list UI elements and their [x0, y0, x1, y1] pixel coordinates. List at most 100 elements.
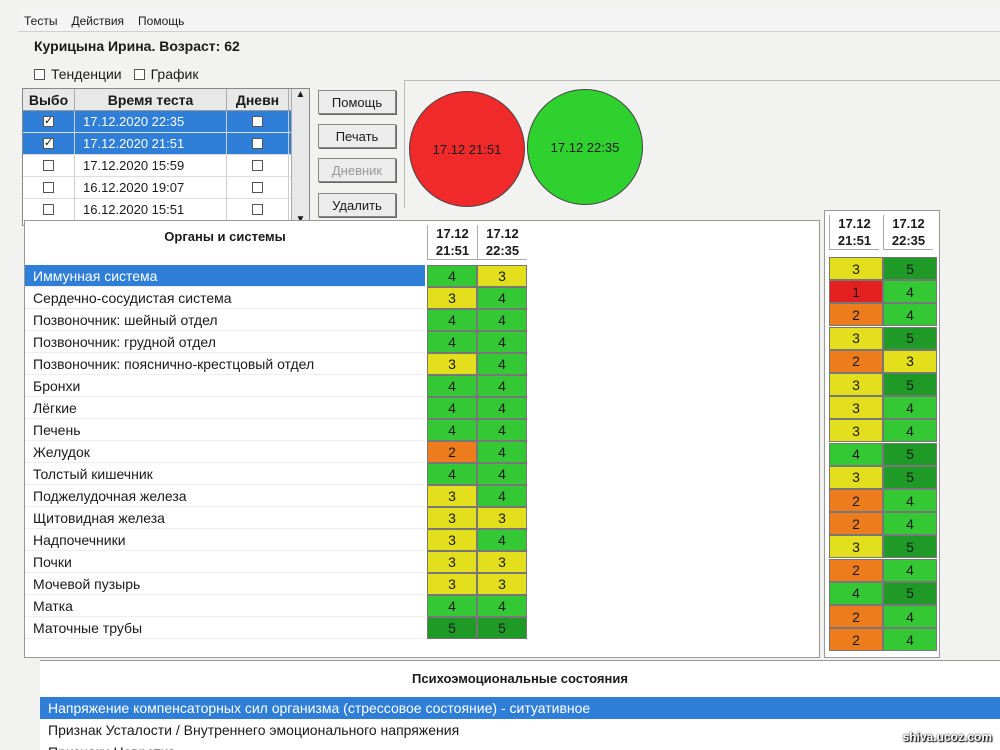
organ-score-cell: 3: [427, 551, 477, 573]
diary-button[interactable]: Дневник: [318, 158, 396, 182]
test-select-cell[interactable]: [23, 111, 75, 132]
delete-button[interactable]: Удалить: [318, 193, 396, 217]
menu-item-2[interactable]: Помощь: [138, 14, 184, 28]
test-select-checkbox[interactable]: [43, 182, 54, 193]
test-diary-checkbox[interactable]: [252, 116, 263, 127]
organ-row[interactable]: Щитовидная железа: [25, 507, 425, 529]
organ-score-cell: 4: [427, 309, 477, 331]
test-diary-checkbox[interactable]: [252, 138, 263, 149]
test-diary-cell[interactable]: [227, 111, 289, 132]
toggle-0[interactable]: Тенденции: [34, 66, 122, 82]
organ-score-cell: 4: [477, 595, 527, 617]
organ-row[interactable]: Поджелудочная железа: [25, 485, 425, 507]
test-select-checkbox[interactable]: [43, 136, 54, 149]
test-diary-cell[interactable]: [227, 133, 289, 154]
organ-score-cell: 3: [427, 573, 477, 595]
test-diary-checkbox[interactable]: [252, 160, 263, 171]
organ-score-cell: 4: [477, 463, 527, 485]
organ-row[interactable]: Надпочечники: [25, 529, 425, 551]
organ-row[interactable]: Мочевой пузырь: [25, 573, 425, 595]
test-row[interactable]: 16.12.2020 19:07: [23, 177, 309, 199]
test-select-checkbox[interactable]: [43, 160, 54, 171]
organ-row[interactable]: Толстый кишечник: [25, 463, 425, 485]
organ-score-cell: 3: [477, 551, 527, 573]
test-time: 16.12.2020 19:07: [75, 177, 227, 198]
tests-scrollbar[interactable]: ▲ ▼: [291, 89, 309, 225]
right-score-cell: 4: [883, 419, 937, 443]
toggle-label-0: Тенденции: [51, 66, 122, 82]
psycho-row[interactable]: Признаки Невротиз: [40, 741, 1000, 750]
organ-row[interactable]: Почки: [25, 551, 425, 573]
test-select-cell[interactable]: [23, 199, 75, 220]
right-score-cell: 5: [883, 535, 937, 559]
organ-row[interactable]: Бронхи: [25, 375, 425, 397]
right-score-cell: 4: [883, 605, 937, 628]
organ-row[interactable]: Маточные трубы: [25, 617, 425, 639]
right-score-cell: 3: [829, 396, 883, 420]
tests-table-header: Выбо Время теста Дневн: [23, 89, 309, 111]
right-score-cell: 3: [883, 349, 937, 373]
psycho-row[interactable]: Признак Усталости / Внутреннего эмоциона…: [40, 719, 1000, 741]
right-score-cell: 2: [829, 628, 883, 652]
right-score-cell: 4: [883, 512, 937, 536]
organ-score-cell: 3: [427, 485, 477, 507]
psycho-title: Психоэмоциональные состояния: [412, 671, 628, 686]
col-select-header[interactable]: Выбо: [23, 89, 75, 110]
toggle-checkbox-1[interactable]: [133, 68, 145, 80]
toggle-1[interactable]: График: [133, 66, 199, 82]
organ-row[interactable]: Иммунная система: [25, 265, 425, 287]
test-diary-checkbox[interactable]: [252, 182, 263, 193]
right-score-cell: 3: [829, 257, 883, 280]
organ-row[interactable]: Желудок: [25, 441, 425, 463]
organ-row[interactable]: Матка: [25, 595, 425, 617]
test-diary-checkbox[interactable]: [252, 204, 263, 215]
tests-table-body: 17.12.2020 22:3517.12.2020 21:5117.12.20…: [23, 111, 309, 221]
col-time-header[interactable]: Время теста: [75, 89, 227, 110]
test-row[interactable]: 17.12.2020 21:51: [23, 133, 309, 155]
organ-row[interactable]: Печень: [25, 419, 425, 441]
right-score-panel: 17.12 21:51 17.12 22:35 3 5 1 4 2 4 3 5 2 3 3 5 3 4 3 4 4 5…: [824, 210, 940, 658]
test-diary-cell[interactable]: [227, 177, 289, 198]
toggle-checkbox-0[interactable]: [34, 68, 45, 80]
organs-table: Органы и системы 17.12 21:51 17.12 22:35 И…: [24, 220, 820, 658]
menu-item-0[interactable]: Тесты: [24, 14, 57, 28]
test-row[interactable]: 16.12.2020 15:51: [23, 199, 309, 221]
test-select-cell[interactable]: [23, 155, 75, 176]
toggle-label-1: График: [150, 66, 199, 82]
organ-score-cell: 4: [477, 353, 527, 375]
right-score-cell: 2: [829, 605, 883, 628]
organ-row[interactable]: Позвоночник: шейный отдел: [25, 309, 425, 331]
test-row[interactable]: 17.12.2020 22:35: [23, 111, 309, 133]
menu-item-1[interactable]: Действия: [71, 14, 124, 28]
test-diary-cell[interactable]: [227, 155, 289, 176]
test-select-cell[interactable]: [23, 133, 75, 154]
result-circle-green[interactable]: 17.12 22:35: [527, 89, 643, 205]
organ-score-cell: 4: [477, 419, 527, 441]
help-button[interactable]: Помощь: [318, 90, 396, 114]
result-circle-red[interactable]: 17.12 21:51: [409, 91, 525, 207]
organ-row[interactable]: Лёгкие: [25, 397, 425, 419]
right-score-cell: 2: [829, 349, 883, 373]
test-row[interactable]: 17.12.2020 15:59: [23, 155, 309, 177]
right-score-cell: 5: [883, 581, 937, 605]
test-diary-cell[interactable]: [227, 199, 289, 220]
right-score-cell: 2: [829, 558, 883, 582]
right-score-cell: 5: [883, 257, 937, 280]
col-diary-header[interactable]: Дневн: [227, 89, 289, 110]
right-score-cell: 3: [829, 419, 883, 443]
organ-row[interactable]: Позвоночник: пояснично-крестцовый отдел: [25, 353, 425, 375]
psycho-row[interactable]: Напряжение компенсаторных сил организма …: [40, 697, 1000, 719]
organ-row[interactable]: Позвоночник: грудной отдел: [25, 331, 425, 353]
organ-score-cell: 5: [477, 617, 527, 639]
scroll-up-icon[interactable]: ▲: [296, 89, 306, 100]
test-select-cell[interactable]: [23, 177, 75, 198]
organ-score-cell: 4: [477, 309, 527, 331]
test-select-checkbox[interactable]: [43, 114, 54, 127]
organ-row[interactable]: Сердечно-сосудистая система: [25, 287, 425, 309]
test-select-checkbox[interactable]: [43, 204, 54, 215]
organ-score-cell: 3: [427, 507, 477, 529]
print-button[interactable]: Печать: [318, 124, 396, 148]
right-score-cell: 4: [829, 581, 883, 605]
organ-score-cell: 4: [477, 375, 527, 397]
organ-score-cell: 2: [427, 441, 477, 463]
